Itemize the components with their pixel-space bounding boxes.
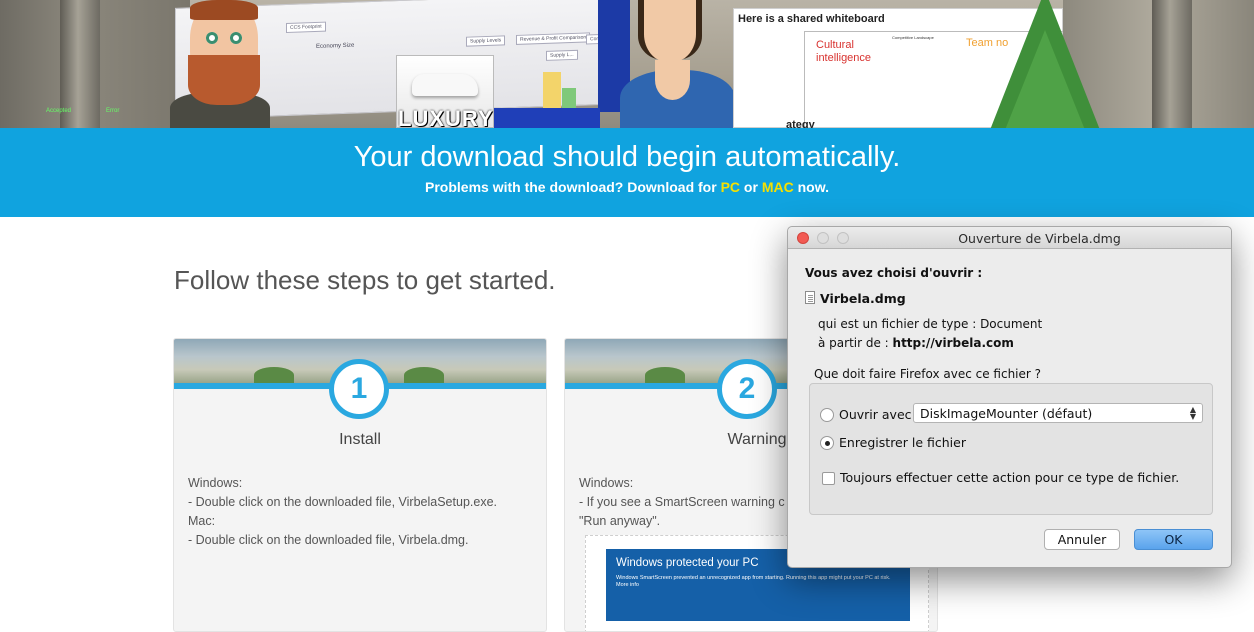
step-card-title: Install [339,431,381,448]
always-do-label[interactable]: Toujours effectuer cette action pour ce … [840,470,1179,485]
save-file-label[interactable]: Enregistrer le fichier [839,435,966,450]
hero-screen-cell: Supply Levels [466,35,506,47]
avatar-man [170,0,270,128]
dialog-titlebar[interactable]: Ouverture de Virbela.dmg [788,227,1231,249]
step-number-badge: 2 [717,359,777,419]
step-line: Windows: [188,476,243,490]
save-file-radio[interactable] [820,436,834,450]
hero-banner: Accepted Error CCS Footprint Economy Siz… [0,0,1254,128]
dialog-options-group: Ouvrir avec DiskImageMounter (défaut) ▲ ▼… [809,383,1213,515]
avatar-woman [620,0,735,128]
step-number-badge: 1 [329,359,389,419]
dialog-source-prefix: à partir de : [818,336,893,350]
tree-icon [1005,30,1085,128]
open-with-radio[interactable] [820,408,834,422]
dialog-file-source: à partir de : http://virbela.com [818,336,1014,350]
hero-screen-cell: Revenue & Profit Comparison [516,32,591,45]
always-do-checkbox[interactable] [822,472,835,485]
hero-screen-heading: Economy Size [316,42,355,50]
up-down-chevron-icon: ▲ ▼ [1189,405,1196,421]
whiteboard-title: Here is a shared whiteboard [738,13,885,25]
smartscreen-more-info: More info [616,582,639,588]
smartscreen-text: Windows SmartScreen prevented an unrecog… [616,575,891,581]
step-line: Windows: [579,476,634,490]
download-banner: Your download should begin automatically… [0,128,1254,217]
step-card-body: Windows: - Double click on the downloade… [188,474,497,550]
step-line: Mac: [188,514,216,528]
steps-title: Follow these steps to get started. [174,265,556,295]
hero-screen-tab: CCS Footprint [286,21,326,33]
document-icon [805,291,815,304]
open-with-label[interactable]: Ouvrir avec [839,407,912,422]
step-card-install: 1 Install Windows: - Double click on the… [173,338,547,632]
dialog-title: Ouverture de Virbela.dmg [958,231,1121,246]
dialog-chosen-label: Vous avez choisi d'ouvrir : [805,266,983,280]
download-subtext-prefix: Problems with the download? Download for [425,179,721,195]
step-card-body: Windows: - If you see a SmartScreen warn… [579,474,785,531]
download-subtext-or: or [740,179,762,195]
open-with-select[interactable]: DiskImageMounter (défaut) ▲ ▼ [913,403,1203,423]
whiteboard-competitive: Competitive Landscape [892,35,934,40]
download-subtext-suffix: now. [793,179,829,195]
download-mac-link[interactable]: MAC [762,179,794,195]
dialog-question: Que doit faire Firefox avec ce fichier ? [814,367,1042,381]
hero-left-label: Error [106,108,120,114]
file-open-dialog: Ouverture de Virbela.dmg Vous avez chois… [787,226,1232,568]
dialog-file-type: qui est un fichier de type : Document [818,317,1043,331]
ok-button[interactable]: OK [1134,529,1213,550]
download-subtext: Problems with the download? Download for… [0,179,1254,195]
download-pc-link[interactable]: PC [721,179,740,195]
cancel-button[interactable]: Annuler [1044,529,1120,550]
step-line: - Double click on the downloaded file, V… [188,533,469,547]
hero-screen-cell: Supply L... [546,49,578,61]
whiteboard-cultural: Cultural intelligence [816,39,872,64]
hero-pillar-right [1152,0,1192,128]
car-icon [412,74,478,96]
step-line: - Double click on the downloaded file, V… [188,495,497,509]
step-line: - If you see a SmartScreen warning c [579,495,785,509]
download-headline: Your download should begin automatically… [353,141,901,173]
dialog-file-name: Virbela.dmg [820,291,906,306]
whiteboard-strategy: ategy [786,119,815,128]
dialog-source-url: http://virbela.com [892,336,1014,350]
hero-luxury-sign: LUXURY [398,106,494,128]
open-with-select-value: DiskImageMounter (défaut) [920,406,1093,421]
hero-left-label: Accepted [46,108,72,114]
step-line: "Run anyway". [579,514,661,528]
